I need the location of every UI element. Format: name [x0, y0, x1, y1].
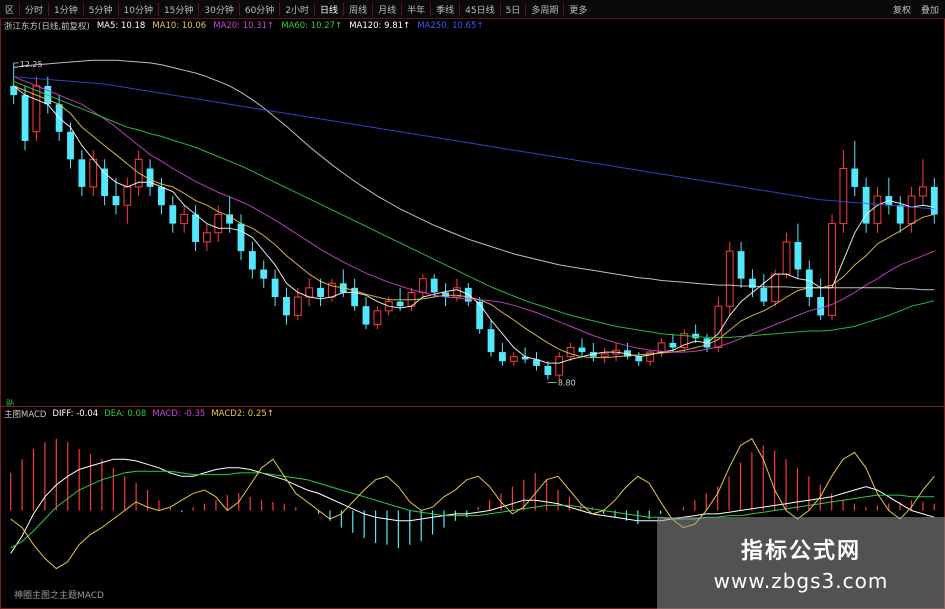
- sub-indicator-value: 主图MACD: [4, 410, 47, 420]
- candle-body: [487, 329, 495, 353]
- sub-indicator-value: MACD: -0.35: [152, 409, 206, 419]
- candle-body: [714, 305, 723, 349]
- candle-body: [21, 95, 29, 141]
- candle-body: [362, 306, 370, 325]
- candle-body: [771, 273, 780, 303]
- high-price-label: 12.25: [20, 60, 43, 69]
- candle-body: [725, 250, 734, 307]
- candle-body: [930, 186, 938, 215]
- candle-body: [476, 301, 484, 330]
- ma-line-ma10: [13, 85, 935, 359]
- candle-body: [202, 232, 211, 243]
- candle-body: [509, 356, 518, 362]
- candlestick-chart[interactable]: 12.25 8.80: [0, 0, 945, 406]
- candle-body: [158, 186, 165, 206]
- candle-body: [635, 356, 643, 362]
- candle-body: [248, 251, 256, 270]
- candle-body: [67, 131, 74, 160]
- candle-body: [89, 158, 98, 188]
- sub-indicator-header: 主图MACD DIFF: -0.04 DEA: 0.08 MACD: -0.35 MAC…: [4, 408, 274, 420]
- candle-body: [260, 269, 268, 279]
- candle-body: [851, 168, 859, 187]
- candle-body: [123, 186, 132, 206]
- candle-body: [805, 269, 813, 298]
- candle-body: [896, 205, 904, 224]
- candle-body: [418, 278, 427, 293]
- candle-body: [578, 347, 586, 353]
- candle-body: [430, 278, 438, 293]
- candle-body: [271, 278, 279, 298]
- sub-indicator-value: DIFF: -0.04: [52, 409, 99, 419]
- candle-body: [669, 342, 677, 348]
- ma-line-ma250: [13, 76, 935, 210]
- candle-body: [237, 223, 245, 252]
- sub-indicator-value: DEA: 0.08: [104, 409, 147, 419]
- watermark-title: 指标公式网: [740, 539, 861, 564]
- low-price-label: 8.80: [558, 379, 576, 388]
- candle-body: [600, 353, 609, 358]
- candle-body: [760, 287, 768, 302]
- candle-body: [794, 241, 802, 270]
- candle-body: [293, 296, 302, 316]
- ma-line-ma20: [13, 76, 935, 353]
- candle-body: [839, 168, 848, 225]
- sub-indicator-value: MACD2: 0.25↑: [211, 409, 274, 419]
- candle-body: [817, 297, 825, 316]
- indicator-name-label: 神圈主图之主题MACD: [14, 591, 104, 601]
- candle-body: [782, 241, 791, 275]
- candle-body: [499, 352, 506, 362]
- candle-body: [873, 195, 882, 225]
- candle-body: [180, 213, 189, 225]
- candle-body: [919, 186, 927, 197]
- candle-body: [192, 214, 199, 242]
- ma-line-ma5: [13, 85, 935, 364]
- stock-chart-window: { "toolbar": { "items": ["区","分时","1分钟",…: [0, 0, 945, 609]
- candle-body: [78, 159, 86, 187]
- candle-body: [555, 356, 564, 376]
- candle-body: [169, 205, 177, 224]
- candle-body: [544, 365, 552, 376]
- panel-divider[interactable]: [0, 406, 945, 407]
- watermark: 指标公式网 www.zbgs3.com: [657, 517, 945, 609]
- candle-body: [32, 85, 41, 133]
- candle-body: [396, 301, 404, 307]
- candle-body: [317, 287, 324, 298]
- candle-body: [283, 297, 290, 316]
- candle-body: [373, 310, 382, 326]
- candle-body: [737, 251, 745, 279]
- candle-body: [112, 196, 120, 206]
- watermark-url: www.zbgs3.com: [713, 569, 889, 593]
- candle-body: [907, 195, 916, 225]
- candle-body: [828, 223, 836, 316]
- candle-body: [214, 213, 223, 234]
- candle-body: [566, 347, 575, 358]
